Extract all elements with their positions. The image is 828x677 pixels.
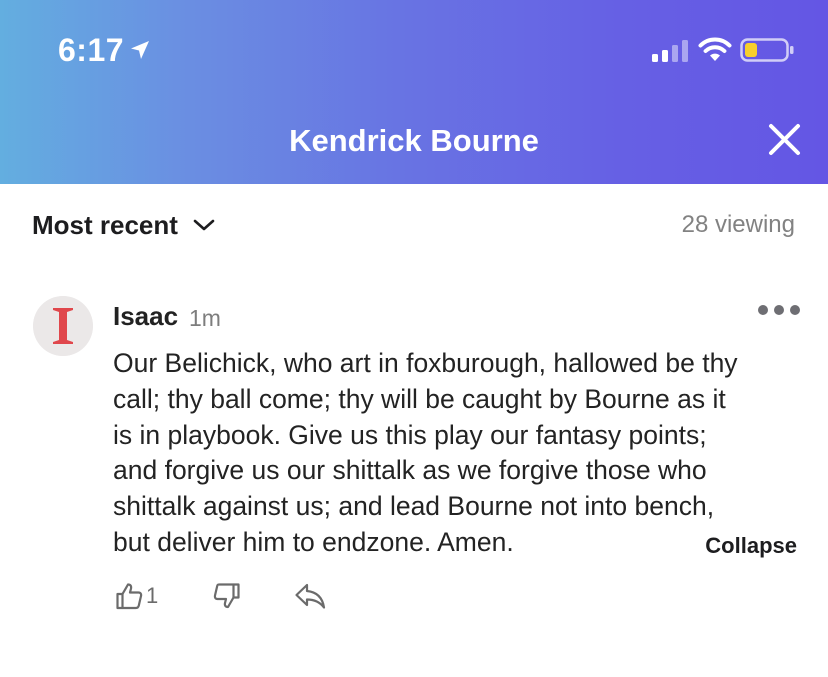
comment-text-line: call; thy ball come; thy will be caught … xyxy=(113,383,726,414)
avatar-letter-icon xyxy=(33,296,93,356)
cellular-signal-icon xyxy=(652,40,688,62)
comment-timestamp: 1m xyxy=(189,305,221,331)
comment-author[interactable]: Isaac xyxy=(113,296,178,336)
location-arrow-icon xyxy=(131,41,149,59)
sort-dropdown[interactable]: Most recent xyxy=(32,205,216,245)
more-horizontal-icon[interactable] xyxy=(756,298,802,322)
status-time: 6:17 xyxy=(58,32,125,68)
reply-button[interactable] xyxy=(293,578,327,614)
thumbs-down-icon xyxy=(213,583,240,609)
comment-text: Our Belichick, who art in foxburough, ha… xyxy=(113,346,803,561)
comment-text-line: Our Belichick, who art in foxburough, ha… xyxy=(113,348,738,378)
dislike-button[interactable] xyxy=(212,578,242,614)
close-icon[interactable] xyxy=(762,118,806,162)
thumbs-up-icon xyxy=(116,583,143,610)
like-button[interactable]: 1 xyxy=(114,578,158,614)
viewing-count: 28 viewing xyxy=(681,211,795,238)
like-count: 1 xyxy=(146,583,159,608)
comment-text-line: shittalk against us; and lead Bourne not… xyxy=(113,491,715,522)
comment-text-line: is in playbook. Give us this play our fa… xyxy=(113,419,707,450)
header-bar: 6:17 Kendrick Bourne xyxy=(0,0,828,184)
comment-text-line: and forgive us our shittalk as we forgiv… xyxy=(113,455,707,486)
reply-icon xyxy=(295,583,326,609)
comment-text-line: but deliver him to endzone. Amen. xyxy=(113,526,514,557)
page-title: Kendrick Bourne xyxy=(289,123,539,158)
chevron-down-icon xyxy=(193,219,215,231)
collapse-link[interactable]: Collapse xyxy=(705,528,797,564)
wifi-icon xyxy=(698,37,732,61)
sort-label: Most recent xyxy=(32,210,178,240)
battery-low-icon xyxy=(740,38,794,62)
comments-screen: 6:17 Kendrick Bourne Most recent 28 view… xyxy=(0,0,828,677)
avatar[interactable] xyxy=(33,296,93,356)
